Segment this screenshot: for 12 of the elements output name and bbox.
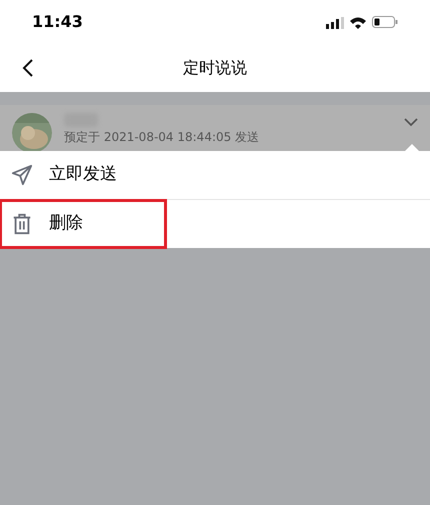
trash-icon bbox=[11, 213, 33, 235]
status-time: 11:43 bbox=[32, 11, 83, 33]
back-icon bbox=[21, 58, 35, 78]
page-title: 定时说说 bbox=[183, 57, 247, 79]
schedule-text: 预定于 2021-08-04 18:44:05 发送 bbox=[64, 130, 260, 144]
menu-item[interactable]: 立即发送 bbox=[2, 153, 302, 197]
signal-icon bbox=[326, 16, 344, 28]
chevron-down-icon[interactable] bbox=[404, 117, 418, 127]
wifi-icon bbox=[350, 16, 366, 28]
battery-icon bbox=[372, 16, 398, 28]
menu-item[interactable]: 删除 bbox=[2, 202, 164, 246]
send-icon bbox=[11, 164, 33, 186]
